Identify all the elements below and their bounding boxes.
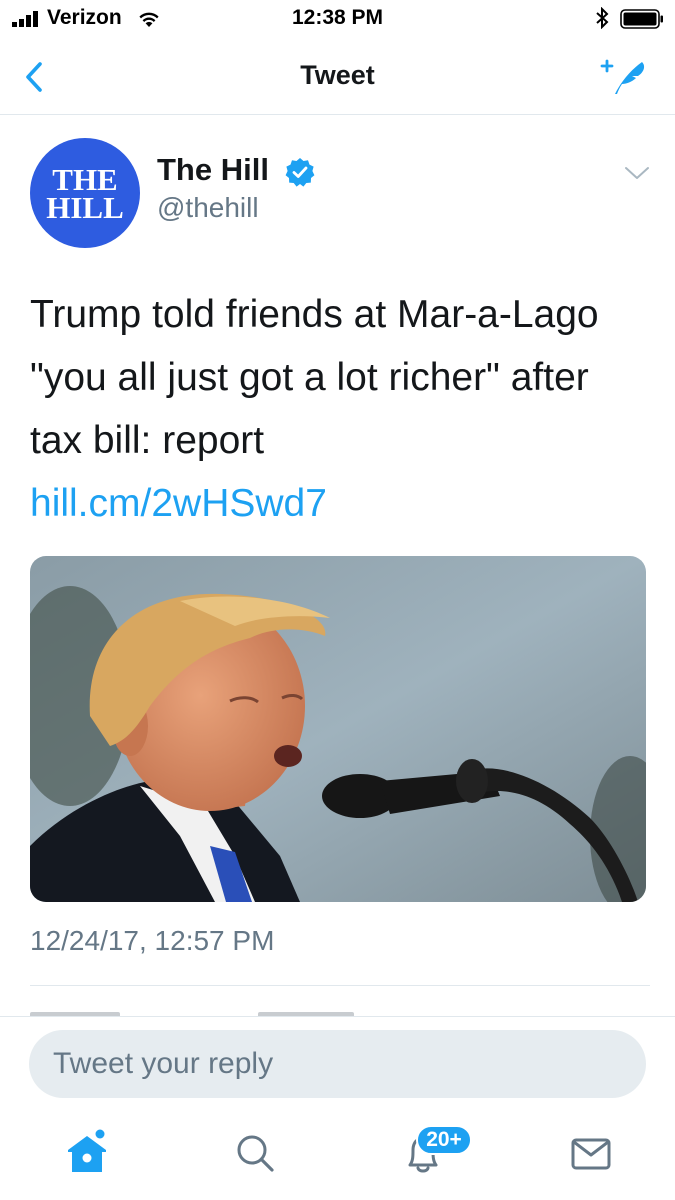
- reply-placeholder: Tweet your reply: [53, 1047, 274, 1080]
- avatar-logo-line2: HILL: [46, 190, 124, 225]
- reply-input[interactable]: Tweet your reply: [29, 1030, 646, 1098]
- status-time: 12:38 PM: [291, 6, 384, 29]
- page-title: Tweet: [300, 60, 375, 90]
- tweet-photo[interactable]: [30, 556, 646, 902]
- compose-tweet-icon[interactable]: [598, 56, 650, 98]
- search-icon[interactable]: [230, 1128, 280, 1178]
- author-name[interactable]: The Hill: [157, 152, 269, 188]
- verified-badge-icon: [285, 158, 315, 187]
- notifications-badge: 20+: [416, 1125, 472, 1155]
- bluetooth-icon: [596, 7, 609, 29]
- chevron-down-icon[interactable]: [624, 165, 650, 181]
- tweet-link[interactable]: hill.cm/2wHSwd7: [30, 472, 327, 535]
- home-icon[interactable]: [62, 1128, 112, 1178]
- tweet-text: Trump told friends at Mar-a-Lago "you al…: [30, 293, 599, 462]
- tweet-stats-peek: [30, 1008, 360, 1016]
- divider: [30, 985, 650, 986]
- divider: [0, 1016, 675, 1017]
- avatar[interactable]: THE HILL: [30, 138, 140, 248]
- author-handle[interactable]: @thehill: [157, 192, 259, 224]
- envelope-icon[interactable]: [566, 1128, 616, 1178]
- tweet-timestamp: 12/24/17, 12:57 PM: [30, 925, 275, 956]
- nav-bar: Tweet: [0, 40, 675, 115]
- status-bar: Verizon 12:38 PM: [0, 0, 675, 40]
- battery-icon: [620, 9, 663, 29]
